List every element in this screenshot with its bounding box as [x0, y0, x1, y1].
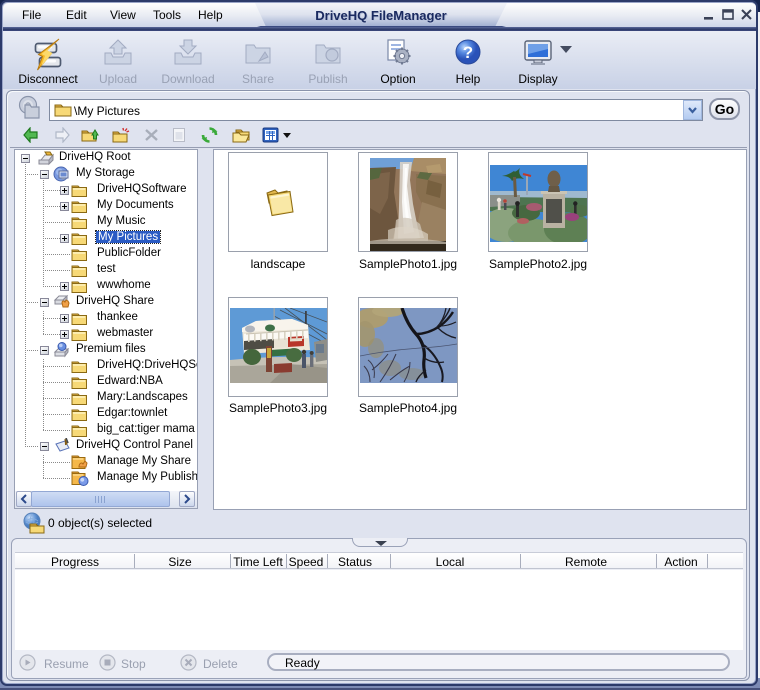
svg-text:?: ? — [463, 43, 473, 62]
